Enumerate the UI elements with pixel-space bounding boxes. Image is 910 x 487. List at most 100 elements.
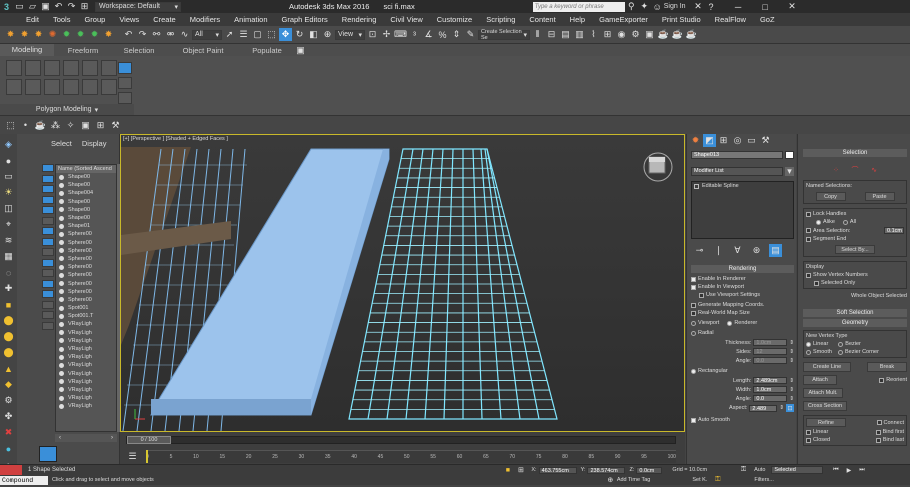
edit-named-selection-icon[interactable]: ✎ bbox=[464, 28, 477, 41]
scene-list-item[interactable]: Sphere00 bbox=[59, 288, 116, 296]
menu-graph-editors[interactable]: Graph Editors bbox=[282, 15, 328, 24]
plugin-icon[interactable]: ✸ bbox=[18, 28, 31, 41]
enable-renderer-checkbox[interactable] bbox=[691, 276, 696, 282]
menu-create[interactable]: Create bbox=[153, 15, 176, 24]
visibility-icon[interactable] bbox=[59, 379, 64, 385]
gen-mapping-checkbox[interactable] bbox=[691, 302, 696, 308]
rectangle-selection-icon[interactable]: ▢ bbox=[251, 28, 264, 41]
scene-list-item[interactable]: VRayLigh bbox=[59, 361, 116, 369]
hierarchy-tab-icon[interactable]: ⊞ bbox=[717, 134, 730, 147]
explorer-camera-icon[interactable]: ◫ bbox=[2, 202, 15, 215]
ribbon-tool-button[interactable] bbox=[63, 79, 79, 95]
visibility-icon[interactable] bbox=[59, 403, 64, 409]
scene-list-item[interactable]: VRayLigh bbox=[59, 353, 116, 361]
scene-filter-button[interactable] bbox=[42, 174, 54, 183]
spline-level-icon[interactable]: ∿ bbox=[868, 163, 881, 176]
explorer-shape-icon[interactable]: ▭ bbox=[2, 170, 15, 183]
lock-handles-checkbox[interactable] bbox=[806, 211, 811, 217]
stack-item-editable-spline[interactable]: Editable Spline bbox=[692, 182, 793, 190]
ribbon-side-button[interactable] bbox=[118, 92, 132, 104]
scene-list-item[interactable]: VRayLigh bbox=[59, 386, 116, 394]
linear-checkbox[interactable] bbox=[806, 429, 811, 435]
visibility-icon[interactable] bbox=[59, 330, 64, 336]
menu-scripting[interactable]: Scripting bbox=[486, 15, 515, 24]
bezier-radio[interactable] bbox=[838, 341, 844, 347]
undo-icon[interactable]: ↶ bbox=[122, 28, 135, 41]
scene-filter-button[interactable] bbox=[42, 300, 54, 309]
keyboard-shortcut-icon[interactable]: ⌨ bbox=[394, 28, 407, 41]
scene-list-item[interactable]: VRayLigh bbox=[59, 320, 116, 328]
explorer-find-icon[interactable]: ◆ bbox=[2, 378, 15, 391]
link-icon[interactable]: ⚯ bbox=[150, 28, 163, 41]
hierarchy-icon[interactable]: ⊞ bbox=[94, 119, 107, 132]
minimize-icon[interactable]: ─ bbox=[732, 0, 745, 13]
visibility-icon[interactable] bbox=[59, 231, 64, 237]
scene-explorer-menu-button[interactable] bbox=[39, 446, 57, 462]
selected-only-checkbox[interactable] bbox=[814, 280, 819, 286]
soft-selection-rollout-title[interactable]: Soft Selection bbox=[803, 309, 907, 317]
show-end-result-icon[interactable]: ❘ bbox=[712, 244, 725, 257]
visibility-icon[interactable] bbox=[59, 199, 64, 205]
perspective-viewport[interactable]: [+] [Perspective ] [Shaded + Edged Faces… bbox=[120, 134, 685, 432]
window-crossing-icon[interactable]: ⬚ bbox=[265, 28, 278, 41]
menu-goz[interactable]: GoZ bbox=[760, 15, 775, 24]
real-world-checkbox[interactable] bbox=[691, 310, 696, 316]
select-by-name-icon[interactable]: ☰ bbox=[237, 28, 250, 41]
visibility-icon[interactable] bbox=[59, 281, 64, 287]
reorient-checkbox[interactable] bbox=[879, 377, 885, 383]
menu-modifiers[interactable]: Modifiers bbox=[190, 15, 220, 24]
explorer-spacewarp-icon[interactable]: ≋ bbox=[2, 234, 15, 247]
explorer-geometry-icon[interactable]: ● bbox=[2, 154, 15, 167]
viewport-label[interactable]: [+] [Perspective ] [Shaded + Edged Faces… bbox=[123, 136, 228, 142]
menu-tools[interactable]: Tools bbox=[53, 15, 71, 24]
plugin-icon[interactable]: ✸ bbox=[4, 28, 17, 41]
select-object-icon[interactable]: ➚ bbox=[223, 28, 236, 41]
create-icon[interactable]: ⬚ bbox=[4, 119, 17, 132]
scene-list-item[interactable]: Shape004 bbox=[59, 189, 116, 197]
create-tab-icon[interactable]: ✹ bbox=[689, 134, 702, 147]
scene-list-header[interactable]: Name (Sorted Ascend bbox=[56, 165, 116, 173]
ribbon-side-button[interactable] bbox=[118, 62, 132, 74]
auto-key-button[interactable]: Auto bbox=[754, 467, 765, 473]
curve-editor-icon[interactable]: ⌇ bbox=[587, 28, 600, 41]
angle-snap-icon[interactable]: ∡ bbox=[422, 28, 435, 41]
search-icon[interactable]: ⚲ bbox=[625, 0, 638, 13]
schematic-view-icon[interactable]: ⊞ bbox=[601, 28, 614, 41]
sides-field[interactable]: 12 bbox=[753, 348, 788, 355]
point-icon[interactable]: • bbox=[19, 119, 32, 132]
new-file-icon[interactable]: ▭ bbox=[13, 0, 26, 13]
ribbon-tool-button[interactable] bbox=[101, 60, 117, 76]
scene-list-item[interactable]: VRayLigh bbox=[59, 329, 116, 337]
all-radio[interactable] bbox=[842, 219, 848, 225]
light-icon[interactable]: ✧ bbox=[64, 119, 77, 132]
scene-list-item[interactable]: Shape00 bbox=[59, 173, 116, 181]
project-icon[interactable]: ⊞ bbox=[78, 0, 91, 13]
explorer-group-icon[interactable]: ▦ bbox=[2, 250, 15, 263]
modify-tab-icon[interactable]: ◩ bbox=[703, 133, 716, 147]
create-line-button[interactable]: Create Line bbox=[803, 362, 851, 372]
render-setup-icon[interactable]: ⚙ bbox=[629, 28, 642, 41]
visibility-icon[interactable] bbox=[59, 346, 64, 352]
time-slider-handle[interactable]: 0 / 100 bbox=[127, 436, 171, 444]
select-by-button[interactable]: Select By... bbox=[835, 245, 875, 254]
workspace-dropdown[interactable]: Workspace: Default ▾ bbox=[95, 1, 181, 12]
explorer-invert-icon[interactable]: ⬤ bbox=[2, 330, 15, 343]
enable-viewport-checkbox[interactable] bbox=[691, 284, 696, 290]
explorer-filter-icon[interactable]: ◈ bbox=[2, 138, 15, 151]
explorer-layer-icon[interactable]: ✤ bbox=[2, 410, 15, 423]
scene-filter-button[interactable] bbox=[42, 269, 54, 277]
compound-field[interactable]: Compound bbox=[0, 475, 48, 485]
menu-civil-view[interactable]: Civil View bbox=[390, 15, 422, 24]
scene-filter-button[interactable] bbox=[42, 248, 54, 256]
key-filters-button[interactable]: Filters... bbox=[754, 477, 774, 483]
make-unique-icon[interactable]: ∀ bbox=[731, 244, 744, 257]
attach-button[interactable]: Attach bbox=[803, 375, 837, 385]
align-icon[interactable]: ⊟ bbox=[545, 28, 558, 41]
aspect-field[interactable]: 2.489 bbox=[749, 404, 778, 412]
alike-radio[interactable] bbox=[816, 219, 821, 225]
explorer-display-none-icon[interactable]: ⬤ bbox=[2, 314, 15, 327]
dropdown-arrow-icon[interactable]: ▾ bbox=[785, 166, 794, 176]
scene-list-item[interactable]: VRayLigh bbox=[59, 394, 116, 402]
scene-filter-button[interactable] bbox=[42, 216, 54, 225]
bind-first-checkbox[interactable] bbox=[875, 429, 881, 435]
